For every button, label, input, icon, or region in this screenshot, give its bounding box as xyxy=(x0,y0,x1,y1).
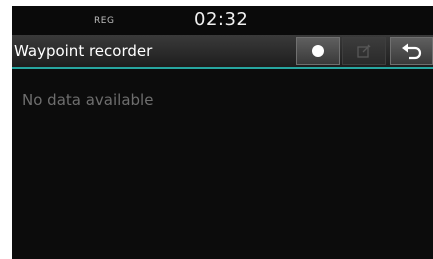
head-unit-screen: REG 02:32 Waypoint recorder No data avai… xyxy=(12,6,433,259)
record-button[interactable] xyxy=(296,37,340,65)
back-arrow-icon xyxy=(401,43,421,60)
reg-indicator: REG xyxy=(94,16,115,26)
page-title: Waypoint recorder xyxy=(14,42,153,60)
status-bar: REG 02:32 xyxy=(12,6,433,35)
edit-button[interactable] xyxy=(342,37,386,65)
back-button[interactable] xyxy=(390,37,433,65)
edit-icon xyxy=(357,44,371,58)
record-dot-icon xyxy=(312,45,324,57)
empty-state-message: No data available xyxy=(22,91,154,109)
clock: 02:32 xyxy=(194,9,249,30)
